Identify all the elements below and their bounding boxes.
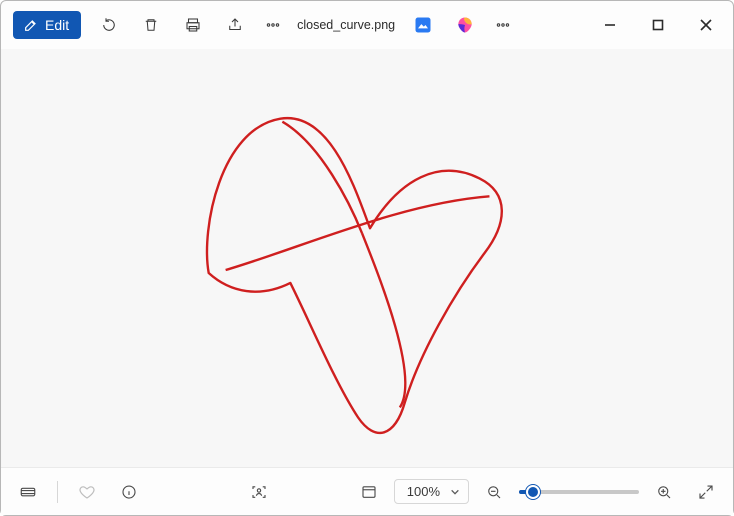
film-strip-icon[interactable] xyxy=(11,475,45,509)
edit-button-label: Edit xyxy=(45,17,69,33)
window-maximize-button[interactable] xyxy=(635,5,681,45)
zoom-out-icon[interactable] xyxy=(477,475,511,509)
share-icon[interactable] xyxy=(215,5,255,45)
chevron-down-icon xyxy=(450,487,460,497)
fit-to-window-icon[interactable] xyxy=(352,475,386,509)
more-icon[interactable] xyxy=(257,5,289,45)
rotate-icon[interactable] xyxy=(89,5,129,45)
zoom-slider-thumb[interactable] xyxy=(526,485,540,499)
fullscreen-icon[interactable] xyxy=(689,475,723,509)
designer-app-icon[interactable] xyxy=(451,11,479,39)
filename-label: closed_curve.png xyxy=(297,18,395,32)
zoom-slider[interactable] xyxy=(519,483,639,501)
more-icon-2[interactable] xyxy=(487,5,519,45)
edit-button[interactable]: Edit xyxy=(13,11,81,39)
detect-subject-icon[interactable] xyxy=(242,475,276,509)
zoom-level-select[interactable]: 100% xyxy=(394,479,469,504)
zoom-level-label: 100% xyxy=(407,484,440,499)
image-canvas[interactable] xyxy=(1,49,733,467)
zoom-in-icon[interactable] xyxy=(647,475,681,509)
divider xyxy=(57,481,58,503)
info-icon[interactable] xyxy=(112,475,146,509)
delete-icon[interactable] xyxy=(131,5,171,45)
bottom-toolbar: 100% xyxy=(1,467,733,515)
photos-viewer-window: Edit closed_curve.png xyxy=(0,0,734,516)
closed-curve-drawing xyxy=(1,49,733,467)
top-toolbar: Edit closed_curve.png xyxy=(1,1,733,49)
image-edit-app-icon[interactable] xyxy=(409,11,437,39)
window-close-button[interactable] xyxy=(683,5,729,45)
favorite-icon[interactable] xyxy=(70,475,104,509)
window-minimize-button[interactable] xyxy=(587,5,633,45)
print-icon[interactable] xyxy=(173,5,213,45)
